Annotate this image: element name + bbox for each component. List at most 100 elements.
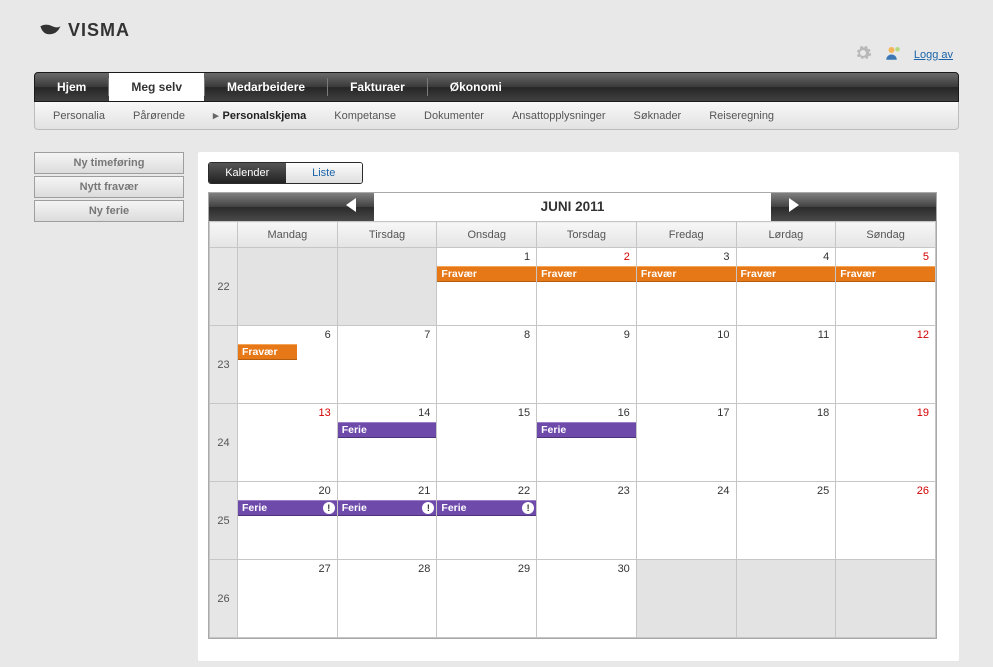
calendar-cell[interactable]: 26 xyxy=(836,482,936,560)
calendar: JUNI 2011 MandagTirsdagOnsdagTorsdagFred… xyxy=(208,192,937,639)
nav-item[interactable]: Hjem xyxy=(35,73,108,101)
calendar-cell[interactable] xyxy=(238,248,338,326)
calendar-cell[interactable]: 10 xyxy=(636,326,736,404)
warning-icon: ! xyxy=(522,502,534,514)
calendar-cell[interactable]: 15 xyxy=(437,404,537,482)
calendar-cell[interactable]: 28 xyxy=(337,560,437,638)
chevron-right-icon xyxy=(789,198,799,212)
calendar-cell[interactable]: 20Ferie! xyxy=(238,482,338,560)
calendar-cell[interactable]: 7 xyxy=(337,326,437,404)
sidebar-button[interactable]: Nytt fravær xyxy=(34,176,184,198)
prev-month-button[interactable] xyxy=(209,198,374,217)
day-number: 7 xyxy=(424,329,430,341)
day-number: 17 xyxy=(717,407,729,419)
calendar-cell[interactable]: 21Ferie! xyxy=(337,482,437,560)
sidebar-button[interactable]: Ny timeføring xyxy=(34,152,184,174)
calendar-event[interactable]: Fravær xyxy=(238,344,297,360)
subnav-item[interactable]: Søknader xyxy=(634,110,682,122)
subnav-item[interactable]: Reiseregning xyxy=(709,110,774,122)
calendar-cell[interactable]: 12 xyxy=(836,326,936,404)
day-number: 8 xyxy=(524,329,530,341)
view-calendar-tab[interactable]: Kalender xyxy=(209,163,286,183)
day-header: Lørdag xyxy=(736,222,836,248)
calendar-cell[interactable]: 25 xyxy=(736,482,836,560)
day-header: Tirsdag xyxy=(337,222,437,248)
calendar-cell[interactable] xyxy=(836,560,936,638)
calendar-event[interactable]: Fravær xyxy=(836,266,935,282)
view-list-tab[interactable]: Liste xyxy=(286,163,363,183)
calendar-cell[interactable]: 6 Fravær xyxy=(238,326,338,404)
calendar-event[interactable]: Ferie! xyxy=(338,500,437,516)
subnav-item[interactable]: Pårørende xyxy=(133,110,185,122)
day-number: 16 xyxy=(618,407,630,419)
week-number: 26 xyxy=(210,560,238,638)
calendar-event[interactable]: Fravær xyxy=(637,266,736,282)
sidebar-button[interactable]: Ny ferie xyxy=(34,200,184,222)
day-number: 18 xyxy=(817,407,829,419)
calendar-cell[interactable]: 4 Fravær xyxy=(736,248,836,326)
subnav-item[interactable]: Dokumenter xyxy=(424,110,484,122)
calendar-event[interactable]: Ferie! xyxy=(437,500,536,516)
calendar-cell[interactable]: 5Fravær xyxy=(836,248,936,326)
calendar-cell[interactable]: 8 xyxy=(437,326,537,404)
subnav-item[interactable]: Kompetanse xyxy=(334,110,396,122)
calendar-cell[interactable]: 23 xyxy=(537,482,637,560)
sidebar: Ny timeføringNytt fraværNy ferie xyxy=(34,152,184,661)
day-number: 11 xyxy=(818,329,829,341)
calendar-cell[interactable]: 19 xyxy=(836,404,936,482)
day-number: 13 xyxy=(318,407,330,419)
calendar-cell[interactable]: 9 xyxy=(537,326,637,404)
calendar-cell[interactable]: 27 xyxy=(238,560,338,638)
calendar-cell[interactable]: 24 xyxy=(636,482,736,560)
calendar-cell[interactable]: 16 Ferie xyxy=(537,404,637,482)
nav-item[interactable]: Medarbeidere xyxy=(205,73,327,101)
calendar-cell[interactable]: 17 xyxy=(636,404,736,482)
subnav-item[interactable]: Personalia xyxy=(53,110,105,122)
day-number: 4 xyxy=(823,251,829,263)
chevron-left-icon xyxy=(346,198,356,212)
calendar-cell[interactable]: 30 xyxy=(537,560,637,638)
day-number: 15 xyxy=(518,407,530,419)
calendar-cell[interactable] xyxy=(337,248,437,326)
day-number: 29 xyxy=(518,563,530,575)
nav-item[interactable]: Fakturaer xyxy=(328,73,427,101)
day-number: 28 xyxy=(418,563,430,575)
calendar-cell[interactable] xyxy=(636,560,736,638)
calendar-event[interactable]: Fravær xyxy=(737,266,836,282)
main-nav: HjemMeg selvMedarbeidereFakturaerØkonomi xyxy=(34,72,959,102)
subnav-item[interactable]: Ansattopplysninger xyxy=(512,110,606,122)
calendar-event[interactable]: Ferie xyxy=(338,422,437,438)
calendar-cell[interactable]: 13 xyxy=(238,404,338,482)
day-number: 30 xyxy=(618,563,630,575)
calendar-cell[interactable]: 11 xyxy=(736,326,836,404)
user-icon[interactable] xyxy=(884,44,902,65)
calendar-cell[interactable]: 3 Fravær xyxy=(636,248,736,326)
nav-item[interactable]: Meg selv xyxy=(109,73,204,101)
day-number: 6 xyxy=(325,329,331,341)
warning-icon: ! xyxy=(422,502,434,514)
day-number: 3 xyxy=(723,251,729,263)
nav-item[interactable]: Økonomi xyxy=(428,73,524,101)
calendar-cell[interactable] xyxy=(736,560,836,638)
calendar-event[interactable]: Ferie! xyxy=(238,500,337,516)
calendar-event[interactable]: Fravær xyxy=(437,266,536,282)
sub-nav: Personalia Pårørende ▸Personalskjema Kompet… xyxy=(34,102,959,130)
day-number: 26 xyxy=(917,485,929,497)
calendar-event[interactable]: Ferie xyxy=(537,422,636,438)
calendar-event[interactable]: Fravær xyxy=(537,266,636,282)
week-number: 23 xyxy=(210,326,238,404)
week-number: 24 xyxy=(210,404,238,482)
calendar-cell[interactable]: 22Ferie! xyxy=(437,482,537,560)
main-panel: Kalender Liste JUNI 2011 MandagTirsdagOn… xyxy=(198,152,959,661)
calendar-cell[interactable]: 29 xyxy=(437,560,537,638)
logo-icon xyxy=(38,23,62,39)
subnav-item[interactable]: ▸Personalskjema xyxy=(213,109,306,122)
gear-icon[interactable] xyxy=(854,44,872,65)
calendar-cell[interactable]: 14Ferie xyxy=(337,404,437,482)
calendar-cell[interactable]: 1Fravær xyxy=(437,248,537,326)
calendar-cell[interactable]: 2Fravær xyxy=(537,248,637,326)
next-month-button[interactable] xyxy=(771,198,936,217)
day-header: Torsdag xyxy=(537,222,637,248)
logout-link[interactable]: Logg av xyxy=(914,49,953,61)
calendar-cell[interactable]: 18 xyxy=(736,404,836,482)
